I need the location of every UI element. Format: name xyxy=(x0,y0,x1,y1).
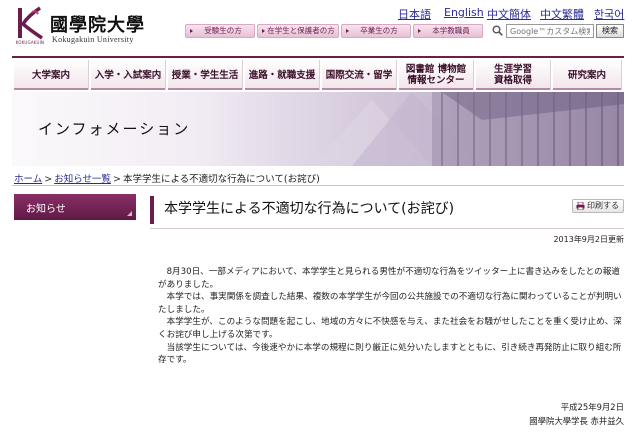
nav-international[interactable]: 国際交流・留学 xyxy=(322,60,397,90)
university-logo[interactable]: KOKUGAKUIN 國學院大學 Kokugakuin University xyxy=(8,6,158,50)
nav-about[interactable]: 大学案内 xyxy=(14,60,89,90)
lang-link-japanese[interactable]: 日本語 xyxy=(398,6,431,22)
nav-library-museum[interactable]: 図書館 博物館 情報センター xyxy=(399,60,474,90)
breadcrumb-separator: > xyxy=(44,174,53,185)
audience-tab-applicants[interactable]: 受験生の方 xyxy=(185,24,255,38)
nav-research[interactable]: 研究案内 xyxy=(553,60,622,90)
audience-tab-alumni[interactable]: 卒業生の方 xyxy=(341,24,411,38)
search-icon xyxy=(492,25,503,36)
lang-link-english[interactable]: English xyxy=(444,6,484,19)
search-button[interactable]: 検索 xyxy=(596,24,624,38)
search-input[interactable] xyxy=(506,24,594,38)
signature-date: 平成25年9月2日 xyxy=(560,402,624,412)
breadcrumb-divider xyxy=(12,185,624,186)
breadcrumb-home[interactable]: ホーム xyxy=(14,174,42,185)
print-button-label: 印刷する xyxy=(587,201,619,210)
lang-link-korean[interactable]: 한국어 xyxy=(594,6,624,22)
breadcrumb-current: 本学学生による不適切な行為について(お詫び) xyxy=(122,174,320,185)
article-title-divider xyxy=(150,228,624,229)
article-title: 本学学生による不適切な行為について(お詫び) xyxy=(150,196,570,224)
article-paragraph: 当該学生については、今後速やかに本学の規程に則り厳正に処分いたしますとともに、引… xyxy=(158,342,622,366)
signature-name: 國學院大學学長 赤井益久 xyxy=(529,416,624,426)
print-button[interactable]: 印刷する xyxy=(572,199,624,213)
lang-link-chinese-traditional[interactable]: 中文繁體 xyxy=(540,6,584,22)
audience-tab-students-parents[interactable]: 在学生と保護者の方 xyxy=(257,24,339,38)
breadcrumb: ホーム > お知らせ一覧 > 本学学生による不適切な行為について(お詫び) xyxy=(14,171,320,185)
page-title: インフォメーション xyxy=(38,120,191,138)
nav-admissions[interactable]: 入学・入試案内 xyxy=(91,60,166,90)
printer-icon xyxy=(576,202,585,210)
breadcrumb-news-list[interactable]: お知らせ一覧 xyxy=(54,174,111,185)
hero-banner: インフォメーション xyxy=(12,92,624,166)
breadcrumb-separator: > xyxy=(113,174,121,185)
audience-tab-staff[interactable]: 本学教職員 xyxy=(413,24,483,38)
article-paragraph: 8月30日、一部メディアにおいて、本学学生と見られる男性が不適切な行為をツイッタ… xyxy=(158,267,620,290)
lang-link-chinese-simplified[interactable]: 中文簡体 xyxy=(487,6,531,22)
article-body: 8月30日、一部メディアにおいて、本学学生と見られる男性が不適切な行為をツイッタ… xyxy=(158,266,622,367)
nav-lifelong-learning[interactable]: 生涯学習 資格取得 xyxy=(476,60,551,90)
nav-classes-student-life[interactable]: 授業・学生生活 xyxy=(168,60,243,90)
logo-subtitle: Kokugakuin University xyxy=(52,35,134,44)
nav-career-support[interactable]: 進路・就職支援 xyxy=(245,60,320,90)
article-paragraph: 本学では、事実関係を調査した結果、複数の本学学生が今回の公共施設での不適切な行為… xyxy=(158,292,622,315)
updated-date: 2013年9月2日更新 xyxy=(553,235,624,244)
main-navigation: 大学案内 入学・入試案内 授業・学生生活 進路・就職支援 国際交流・留学 図書館… xyxy=(12,56,624,90)
article-paragraph: 本学学生が、このような問題を起こし、地域の方々に不快感を与え、また社会をお騒がせ… xyxy=(158,317,622,340)
sidebar-news-link[interactable]: お知らせ xyxy=(14,194,136,220)
logo-name: 國學院大學 xyxy=(50,15,145,36)
logo-mark-text: KOKUGAKUIN xyxy=(15,40,45,45)
logo-mark-icon xyxy=(18,6,43,40)
